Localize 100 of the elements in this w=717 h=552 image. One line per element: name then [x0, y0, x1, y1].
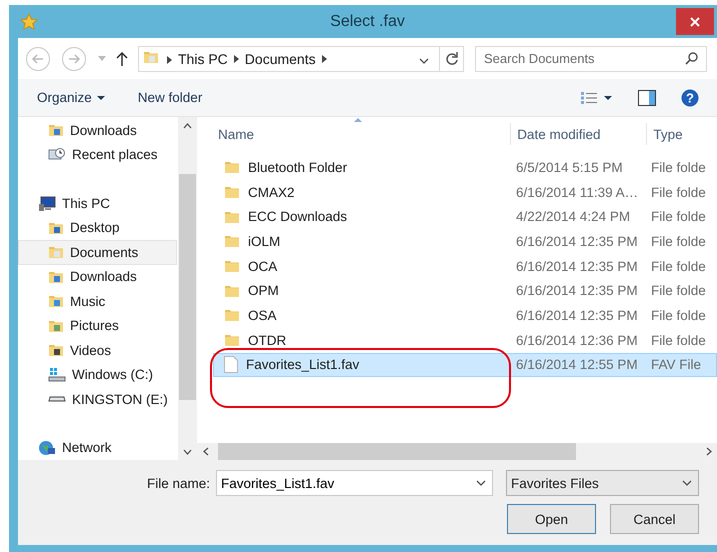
preview-pane-button[interactable] — [638, 90, 656, 106]
search-box[interactable]: Search Documents — [475, 46, 707, 72]
star-icon — [20, 12, 38, 30]
documents-folder-icon — [48, 244, 64, 260]
nav-item[interactable]: Downloads — [18, 118, 177, 142]
file-type: File folde — [651, 258, 707, 274]
caret-icon — [98, 56, 106, 61]
caret-icon — [96, 96, 105, 100]
dropdown-icon — [419, 58, 429, 64]
file-name: CMAX2 — [214, 184, 514, 200]
up-chevron-icon — [182, 122, 192, 128]
back-arrow-icon — [32, 54, 44, 64]
folder-icon — [224, 184, 240, 200]
breadcrumb[interactable]: This PC — [178, 50, 228, 66]
details-view-icon — [580, 90, 598, 104]
nav-item[interactable]: Downloads — [18, 264, 177, 290]
file-name: Bluetooth Folder — [214, 159, 514, 176]
refresh-icon — [444, 52, 458, 66]
scrollbar-thumb[interactable] — [178, 174, 196, 400]
file-type: File folde — [651, 184, 707, 200]
date-modified: 6/5/2014 5:15 PM — [515, 160, 624, 175]
preview-pane-icon — [638, 90, 656, 106]
breadcrumb[interactable]: Documents — [244, 50, 316, 66]
nav-item[interactable]: Windows (C:) — [18, 362, 177, 387]
date-modified: 6/16/2014 12:36 PM — [515, 332, 639, 348]
chevron-icon — [167, 56, 172, 64]
new-folder-button[interactable]: New folder — [138, 90, 202, 105]
nav-item[interactable]: KINGSTON (E:) — [18, 386, 177, 412]
column-header[interactable]: Name — [197, 123, 512, 145]
file-type: File folde — [651, 209, 707, 224]
dropdown-icon — [682, 480, 692, 486]
file-name: iOLM — [214, 233, 514, 250]
nav-item[interactable]: Videos — [18, 338, 177, 362]
drive-icon — [48, 394, 66, 404]
chevron-icon — [322, 54, 327, 62]
date-modified: 6/16/2014 12:35 PM — [515, 258, 639, 274]
file-row[interactable]: OSA 6/16/2014 12:35 PM File folde — [213, 303, 717, 328]
documents-folder-icon — [143, 49, 159, 65]
file-name-label: File name: — [146, 476, 210, 490]
file-name-field[interactable]: Favorites_List1.fav — [221, 471, 476, 495]
file-row[interactable]: OPM 6/16/2014 12:35 PM File folde — [213, 278, 717, 304]
file-type-dropdown[interactable]: Favorites Files — [506, 470, 699, 496]
nav-item[interactable]: Music — [18, 289, 177, 314]
folder-icon — [224, 307, 240, 324]
folder-icon — [224, 258, 240, 274]
date-modified: 6/16/2014 11:39 A… — [515, 184, 640, 200]
file-name: ECC Downloads — [214, 208, 514, 225]
file-type: FAV File — [651, 357, 702, 372]
cancel-button[interactable]: Cancel — [610, 504, 699, 534]
date-modified: 6/16/2014 12:35 PM — [515, 308, 639, 323]
file-name: OTDR — [214, 332, 514, 348]
file-type: File folde — [651, 308, 707, 323]
file-row[interactable]: OTDR 6/16/2014 12:36 PM File folde — [213, 328, 717, 352]
nav-item[interactable]: Network — [18, 436, 177, 460]
file-type: File folde — [651, 160, 707, 175]
date-modified: 6/16/2014 12:35 PM — [515, 283, 639, 298]
file-row[interactable]: OCA 6/16/2014 12:35 PM File folde — [213, 254, 717, 278]
scrollbar-thumb[interactable] — [218, 443, 576, 460]
help-button[interactable]: ? — [681, 88, 699, 106]
dropdown-icon — [476, 480, 486, 486]
file-name: Favorites_List1.fav — [214, 356, 514, 374]
search-icon — [685, 52, 698, 65]
file-type: File folde — [651, 283, 707, 298]
nav-item[interactable]: Desktop — [18, 216, 177, 240]
nav-item[interactable]: Documents — [18, 240, 177, 265]
globe-icon — [38, 440, 56, 456]
address-bar[interactable]: This PC Documents — [138, 46, 464, 72]
folder-icon — [224, 159, 240, 176]
column-header[interactable]: Date modified — [511, 123, 648, 145]
file-type: File folde — [651, 332, 707, 348]
column-header[interactable]: Type — [647, 123, 717, 145]
forward-arrow-icon — [68, 54, 80, 64]
dropdown-button[interactable] — [476, 480, 486, 486]
chevron-icon — [234, 54, 239, 62]
view-options-button[interactable] — [580, 90, 612, 104]
nav-item[interactable]: Pictures — [18, 313, 177, 338]
file-row[interactable]: CMAX2 6/16/2014 11:39 A… File folde — [213, 180, 717, 204]
file-row[interactable]: Bluetooth Folder 6/5/2014 5:15 PM File folde — [213, 155, 717, 180]
file-row[interactable]: Favorites_List1.fav 6/16/2014 12:55 PM FAV File — [213, 352, 717, 378]
file-name-combo-box[interactable]: Favorites_List1.fav — [216, 470, 493, 496]
horizontal-scrollbar[interactable] — [197, 443, 717, 460]
open-button[interactable]: Open — [507, 504, 596, 534]
nav-item[interactable]: This PC — [18, 191, 177, 216]
file-name: OSA — [214, 307, 514, 324]
organize-button[interactable]: Organize — [37, 90, 105, 105]
close-icon — [690, 16, 700, 26]
file-row[interactable]: ECC Downloads 4/22/2014 4:24 PM File folde — [213, 204, 717, 230]
file-row[interactable]: iOLM 6/16/2014 12:35 PM File folde — [213, 229, 717, 254]
folder-icon — [224, 233, 240, 250]
window-title: Select .fav — [329, 13, 406, 31]
vertical-scrollbar[interactable] — [178, 117, 196, 460]
nav-item[interactable]: Recent places — [18, 142, 177, 167]
left-chevron-icon — [202, 447, 208, 456]
close-button[interactable] — [676, 8, 714, 35]
folder-icon — [224, 332, 240, 348]
right-chevron-icon — [706, 447, 712, 456]
up-arrow-icon — [116, 52, 128, 66]
file-icon — [224, 356, 238, 374]
caret-icon — [604, 96, 612, 100]
up-button[interactable] — [116, 52, 128, 66]
